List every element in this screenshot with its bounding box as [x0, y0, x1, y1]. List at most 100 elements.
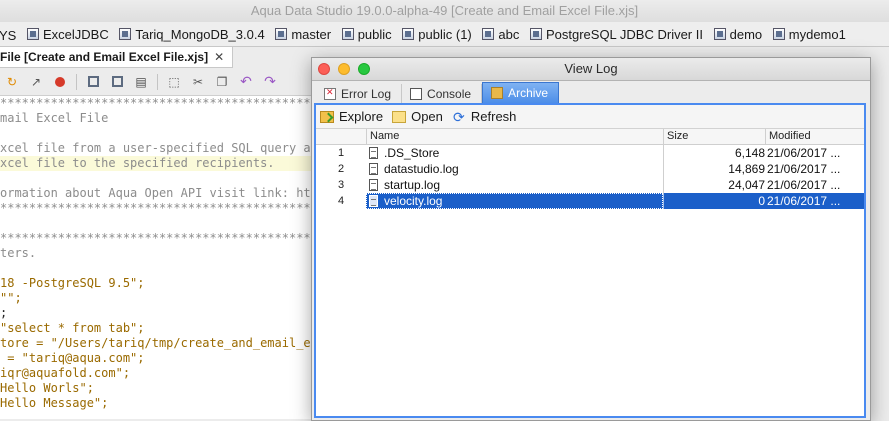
database-icon — [713, 28, 726, 40]
modified-cell: 21/06/2017 ... — [767, 178, 841, 192]
error-log-icon — [324, 87, 336, 100]
run-icon[interactable]: ↻ — [4, 74, 20, 90]
open-button[interactable]: Open — [392, 109, 443, 124]
row-number: 3 — [337, 179, 345, 191]
code-line: mail Excel File — [0, 111, 109, 125]
database-icon — [26, 28, 39, 40]
code-line: ters. — [0, 246, 37, 260]
archive-folder-icon — [491, 87, 504, 99]
table-row[interactable]: 2 datastudio.log 14,869 21/06/2017 ... — [316, 161, 864, 177]
connection-item[interactable]: ExcelJDBC — [26, 22, 109, 46]
name-cell: velocity.log — [366, 193, 663, 209]
code-line: ****************************************… — [0, 201, 320, 215]
row-number: 1 — [337, 147, 345, 159]
file-icon — [369, 163, 378, 175]
row-number: 2 — [337, 163, 345, 175]
step-icon[interactable]: ↗ — [28, 74, 44, 90]
database-icon — [402, 28, 415, 40]
column-header-name[interactable]: Name — [366, 129, 663, 144]
code-line: xcel file to the specified recipients. — [0, 156, 320, 171]
close-icon[interactable]: ✕ — [214, 47, 224, 67]
code-line: = "tariq@aqua.com"; — [0, 351, 145, 365]
explore-button[interactable]: Explore — [320, 109, 383, 124]
modified-cell: 21/06/2017 ... — [767, 162, 841, 176]
save-icon[interactable] — [85, 74, 101, 90]
refresh-button[interactable]: ⟳ Refresh — [452, 108, 516, 125]
connection-bar: YS ExcelJDBC Tariq_MongoDB_3.0.4 master … — [0, 22, 889, 47]
code-line: Hello Message"; — [0, 396, 109, 410]
size-cell: 24,047 — [728, 178, 765, 192]
code-line: "select * from tab"; — [0, 321, 145, 335]
table-row[interactable]: 3 startup.log 24,047 21/06/2017 ... — [316, 177, 864, 193]
cut-icon[interactable]: ✂ — [190, 74, 206, 90]
maximize-window-button[interactable] — [358, 63, 370, 75]
column-header-size[interactable]: Size — [663, 129, 765, 144]
connection-item[interactable]: public (1) — [402, 22, 472, 46]
size-cell: 14,869 — [728, 162, 765, 176]
tab-console[interactable]: Console — [402, 84, 483, 103]
file-icon — [369, 147, 378, 159]
connection-item[interactable]: public — [341, 22, 392, 46]
size-cell: 0 — [758, 194, 765, 208]
refresh-icon: ⟳ — [453, 108, 465, 125]
select-icon[interactable]: ⬚ — [166, 74, 182, 90]
code-editor[interactable]: ****************************************… — [0, 96, 320, 419]
row-number: 4 — [337, 195, 345, 207]
code-line: xcel file from a user-specified SQL quer… — [0, 141, 320, 155]
row-cells: datastudio.log 14,869 21/06/2017 ... — [366, 161, 864, 177]
view-log-titlebar[interactable]: View Log — [312, 58, 870, 81]
code-line: ormation about Aqua Open API visit link:… — [0, 186, 320, 200]
minimize-window-button[interactable] — [338, 63, 350, 75]
copy-icon[interactable]: ❐ — [214, 74, 230, 90]
tab-label: Archive — [508, 86, 549, 100]
editor-tab-label: File [Create and Email Excel File.xjs] — [0, 50, 209, 64]
code-line: iqr@aquafold.com"; — [0, 366, 131, 380]
connection-item[interactable]: Tariq_MongoDB_3.0.4 — [119, 22, 265, 46]
tab-archive[interactable]: Archive — [482, 82, 560, 103]
tab-label: Error Log — [341, 86, 392, 101]
editor-tab[interactable]: File [Create and Email Excel File.xjs] ✕ — [0, 47, 233, 68]
connection-item[interactable]: mydemo1 — [772, 22, 846, 46]
code-line: ""; — [0, 291, 22, 305]
editor-toolbar: ↻ ↗ ▤ ⬚ ✂ ❐ ↶ ↷ — [0, 68, 320, 96]
save-as-icon[interactable] — [109, 74, 125, 90]
column-header-modified[interactable]: Modified — [765, 129, 864, 144]
toolbar-divider — [76, 73, 77, 90]
connection-item[interactable]: YS — [0, 24, 16, 47]
size-cell: 6,148 — [734, 146, 765, 160]
close-window-button[interactable] — [318, 63, 330, 75]
connection-label: abc — [498, 26, 520, 42]
row-cells: velocity.log 0 21/06/2017 ... — [366, 193, 864, 209]
modified-cell: 21/06/2017 ... — [767, 194, 841, 208]
view-log-tabs: Error Log Console Archive — [312, 81, 870, 103]
code-line: tore = "/Users/tariq/tmp/create_and_emai… — [0, 336, 320, 350]
console-icon — [410, 87, 423, 100]
table-row[interactable]: 1 .DS_Store 6,148 21/06/2017 ... — [316, 145, 864, 161]
explore-folder-icon — [320, 110, 334, 123]
open-folder-icon — [392, 110, 407, 123]
connection-label: PostgreSQL JDBC Driver II — [545, 26, 703, 42]
connection-item[interactable]: master — [275, 22, 331, 46]
redo-icon[interactable]: ↷ — [262, 73, 278, 90]
connection-item[interactable]: demo — [713, 22, 762, 46]
modified-cell: 21/06/2017 ... — [767, 146, 841, 160]
view-log-window: View Log Error Log Console Archive Explo… — [311, 57, 871, 421]
file-name: datastudio.log — [384, 162, 459, 176]
tab-error-log[interactable]: Error Log — [316, 84, 403, 103]
row-cells: .DS_Store 6,148 21/06/2017 ... — [366, 145, 864, 161]
table-row[interactable]: 4 velocity.log 0 21/06/2017 ... — [316, 193, 864, 209]
stop-icon[interactable] — [52, 74, 68, 90]
name-cell: datastudio.log — [366, 161, 663, 177]
undo-icon[interactable]: ↶ — [238, 73, 254, 90]
name-cell: startup.log — [366, 177, 663, 193]
archive-file-table: Name Size Modified 1 .DS_Store 6,148 21/… — [316, 129, 864, 416]
connection-label: public — [357, 26, 392, 42]
connection-item[interactable]: PostgreSQL JDBC Driver II — [529, 22, 703, 46]
code-line: Hello Worls"; — [0, 381, 94, 395]
name-cell: .DS_Store — [366, 145, 663, 161]
connection-item[interactable]: abc — [482, 22, 519, 46]
explore-label: Explore — [339, 109, 384, 124]
connection-label: master — [291, 26, 332, 42]
print-icon[interactable]: ▤ — [133, 74, 149, 90]
connection-label: Tariq_MongoDB_3.0.4 — [135, 26, 265, 42]
